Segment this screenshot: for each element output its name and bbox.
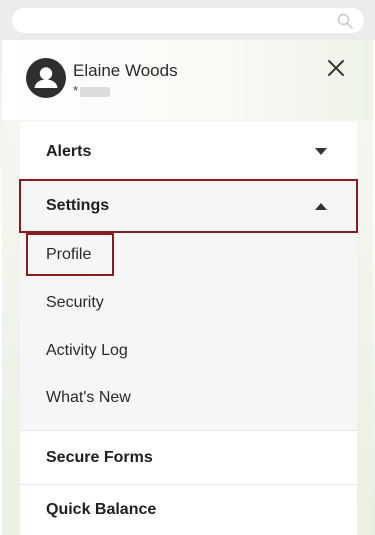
submenu-item-profile[interactable]: Profile [46,246,91,264]
user-name: Elaine Woods [73,61,178,80]
top-bar [0,0,375,40]
person-avatar-icon [26,58,66,98]
masked-value [80,86,111,97]
menu-item-label: Alerts [46,142,92,160]
submenu-item-security[interactable]: Security [46,294,104,312]
menu-item-quick-balance[interactable]: Quick Balance [20,484,357,535]
user-subtext-prefix: * [73,83,79,98]
user-subtext: * [73,83,111,98]
menu-item-label: Quick Balance [46,501,157,518]
search-input[interactable] [12,8,364,33]
close-icon[interactable] [325,57,347,79]
search-icon[interactable] [336,12,354,30]
menu-item-alerts[interactable]: Alerts [20,124,357,180]
menu-item-secure-forms[interactable]: Secure Forms [20,430,357,484]
submenu-item-activity-log[interactable]: Activity Log [46,342,128,360]
submenu-item-whats-new[interactable]: What's New [46,389,131,407]
menu-item-label: Secure Forms [46,448,153,466]
menu-item-label: Settings [46,197,110,214]
chevron-up-icon [315,202,327,210]
menu-item-settings[interactable]: Settings [20,179,357,233]
chevron-down-icon [315,148,327,155]
